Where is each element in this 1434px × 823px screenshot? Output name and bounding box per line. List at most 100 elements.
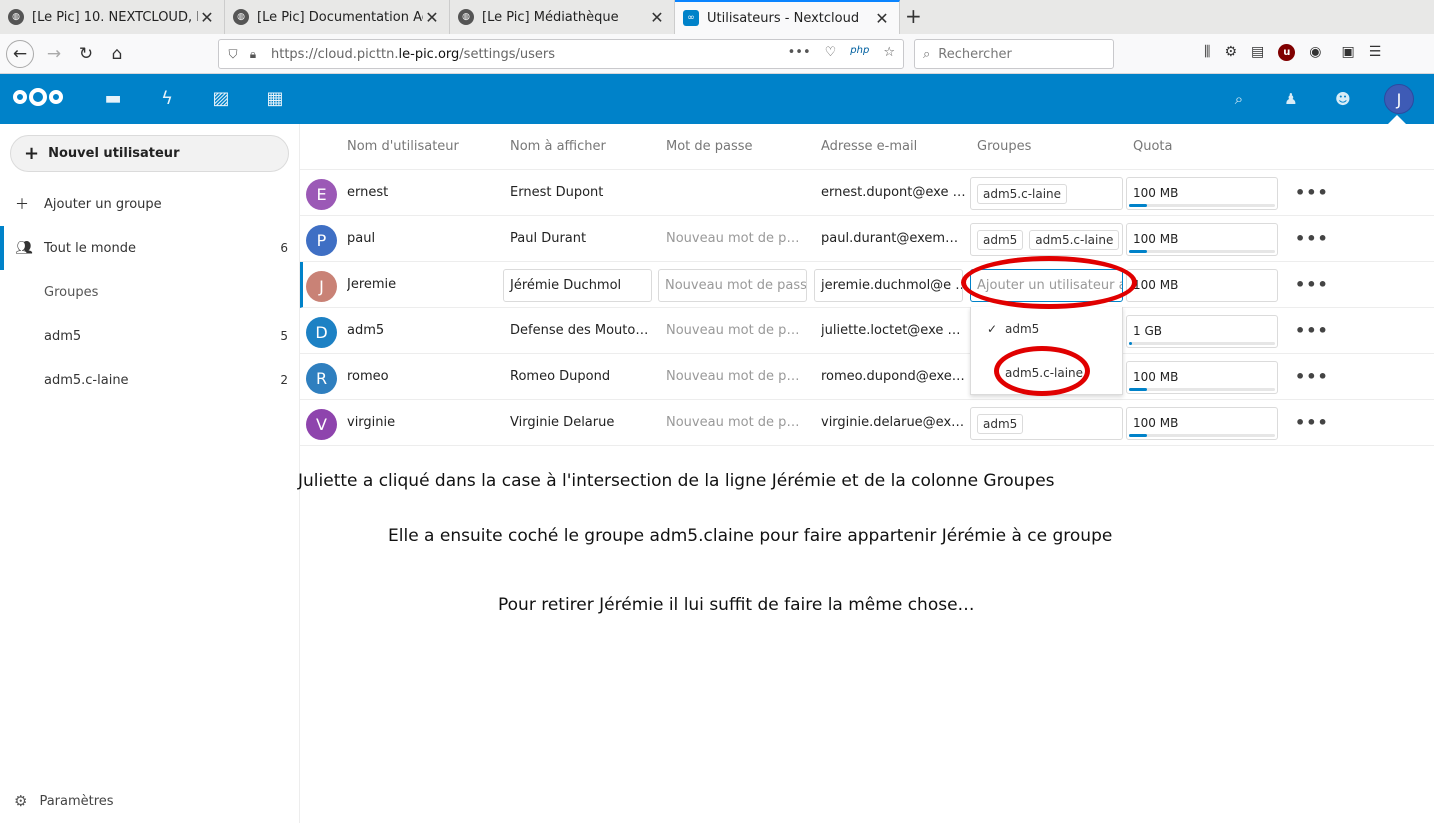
sidebar-item-label: Tout le monde (44, 240, 137, 256)
close-tab-icon[interactable]: ✕ (198, 8, 216, 27)
username: Jeremie (347, 277, 397, 292)
gallery-image-icon[interactable]: ▨ (211, 88, 231, 109)
display-name[interactable]: Ernest Dupont (510, 185, 650, 200)
browser-tab[interactable]: ◍ [Le Pic] 10. NEXTCLOUD, la ✕ (0, 0, 225, 34)
column-header-quota[interactable]: Quota (1133, 139, 1173, 154)
quota-select[interactable]: 100 MB (1126, 177, 1278, 210)
quota-select[interactable]: 1 GB (1126, 315, 1278, 348)
new-tab-button[interactable]: + (905, 4, 922, 28)
browser-search-input[interactable]: ⌕ Rechercher (914, 39, 1114, 69)
display-name[interactable]: Defense des Mouton… (510, 323, 650, 338)
column-header-groups[interactable]: Groupes (977, 139, 1031, 154)
groups-select[interactable]: adm5.c-laine (970, 177, 1123, 210)
more-actions-icon[interactable]: ••• (1295, 183, 1329, 202)
tab-title: Utilisateurs - Nextcloud (707, 10, 860, 26)
url-bar[interactable]: ⛉ 🔒︎ https://cloud.picttn.le-pic.org/set… (218, 39, 904, 69)
more-actions-icon[interactable]: ••• (1295, 367, 1329, 386)
activity-bolt-icon[interactable]: ϟ (157, 88, 177, 109)
notifications-bell-icon[interactable]: ♟ (1280, 88, 1302, 110)
account-icon[interactable]: ◉ (1309, 44, 1321, 61)
table-row-editing: J Jeremie Jérémie Duchmol Nouveau mot de… (300, 262, 1434, 308)
password-field[interactable]: Nouveau mot de passe (666, 415, 806, 430)
email[interactable]: paul.durant@exemp … (821, 231, 966, 246)
password-input[interactable]: Nouveau mot de passe (658, 269, 807, 302)
column-header-display-name[interactable]: Nom à afficher (510, 139, 606, 154)
browser-tab[interactable]: ◍ [Le Pic] Documentation Adr ✕ (225, 0, 450, 34)
browser-tab-active[interactable]: ∞ Utilisateurs - Nextcloud ✕ (675, 0, 900, 34)
new-user-button[interactable]: + Nouvel utilisateur (10, 135, 289, 172)
extensions-icon[interactable]: ▣ (1341, 44, 1354, 61)
close-tab-icon[interactable]: ✕ (423, 8, 441, 27)
more-actions-icon[interactable]: ••• (1295, 275, 1329, 294)
bookmark-star-icon[interactable]: ☆ (883, 45, 895, 60)
search-icon[interactable]: ⌕ (1228, 88, 1250, 110)
column-header-email[interactable]: Adresse e-mail (821, 139, 917, 154)
sidebar-icon[interactable]: ▤ (1251, 44, 1264, 61)
add-group-item[interactable]: ＋ Ajouter un groupe (0, 182, 299, 226)
groups-multiselect-input[interactable]: Ajouter un utilisateur au (970, 269, 1123, 302)
password-field[interactable]: Nouveau mot de passe (666, 369, 806, 384)
more-actions-icon[interactable]: ••• (1295, 321, 1329, 340)
display-name[interactable]: Virginie Delarue (510, 415, 650, 430)
dropdown-option-adm5-c-laine[interactable]: adm5.c-laine (971, 351, 1122, 395)
browser-tools: ⫼ ⚙ ▤ u ◉ ▣ ☰ (1204, 44, 1381, 61)
dropdown-option-adm5[interactable]: ✓ adm5 (971, 307, 1122, 351)
user-avatar[interactable]: J (1384, 84, 1414, 114)
display-name[interactable]: Romeo Dupond (510, 369, 650, 384)
quota-usage-bar (1129, 434, 1275, 437)
groups-select[interactable]: adm5 (970, 407, 1123, 440)
browser-tab[interactable]: ◍ [Le Pic] Médiathèque ✕ (450, 0, 675, 34)
quota-value: 100 MB (1133, 186, 1179, 200)
close-tab-icon[interactable]: ✕ (873, 9, 891, 28)
password-field[interactable]: Nouveau mot de passe (666, 323, 806, 338)
email[interactable]: romeo.dupond@exe … (821, 369, 966, 384)
plus-icon: ＋ (15, 197, 29, 213)
home-button[interactable]: ⌂ (103, 40, 131, 68)
username: virginie (347, 415, 396, 430)
email[interactable]: ernest.dupont@exe … (821, 185, 966, 200)
extension-gear-icon[interactable]: ⚙ (1224, 44, 1237, 61)
sidebar-item-adm5[interactable]: adm5 5 (0, 314, 299, 358)
avatar: D (306, 317, 337, 348)
calendar-icon[interactable]: ▦ (265, 88, 285, 109)
column-header-username[interactable]: Nom d'utilisateur (347, 139, 459, 154)
group-tag: adm5 (977, 413, 1024, 434)
groups-caption: Groupes (0, 270, 299, 314)
search-placeholder: Rechercher (938, 46, 1012, 62)
forward-button[interactable]: → (40, 40, 68, 68)
contacts-icon[interactable]: ☻ (1332, 88, 1354, 110)
library-icon[interactable]: ⫼ (1204, 44, 1210, 61)
settings-item[interactable]: ⚙ Paramètres (14, 792, 114, 810)
username: romeo (347, 369, 389, 384)
avatar: E (306, 179, 337, 210)
lock-icon: 🔒︎ (249, 46, 257, 61)
email[interactable]: virginie.delarue@ex … (821, 415, 966, 430)
groups-caption-label: Groupes (44, 284, 99, 300)
display-name-input[interactable]: Jérémie Duchmol (503, 269, 652, 302)
sidebar-item-adm5-c-laine[interactable]: adm5.c-laine 2 (0, 358, 299, 402)
quota-select[interactable]: 100 MB (1126, 223, 1278, 256)
quota-select[interactable]: 100 MB (1126, 361, 1278, 394)
column-header-password[interactable]: Mot de passe (666, 139, 753, 154)
email-input[interactable]: jeremie.duchmol@e … (814, 269, 963, 302)
more-actions-icon[interactable]: ••• (1295, 413, 1329, 432)
files-folder-icon[interactable]: ▬ (103, 88, 123, 109)
groups-select[interactable]: adm5 adm5.c-laine (970, 223, 1123, 256)
quota-select[interactable]: 100 MB (1126, 407, 1278, 440)
close-tab-icon[interactable]: ✕ (648, 8, 666, 27)
page-actions-icon[interactable]: ••• (788, 45, 811, 60)
nextcloud-favicon-icon: ∞ (683, 10, 699, 26)
password-field[interactable]: Nouveau mot de passe (666, 231, 806, 246)
email[interactable]: juliette.loctet@exe … (821, 323, 966, 338)
quota-select[interactable]: 100 MB (1126, 269, 1278, 302)
pocket-icon[interactable]: ♡ (825, 45, 837, 60)
php-icon[interactable]: php (850, 45, 869, 60)
ublock-icon[interactable]: u (1278, 44, 1296, 61)
reload-button[interactable]: ↻ (72, 40, 100, 68)
menu-icon[interactable]: ☰ (1369, 44, 1382, 61)
display-name[interactable]: Paul Durant (510, 231, 650, 246)
more-actions-icon[interactable]: ••• (1295, 229, 1329, 248)
sidebar-item-everyone[interactable]: 👥︎ Tout le monde 6 (0, 226, 299, 270)
nextcloud-logo-icon[interactable] (13, 88, 63, 106)
back-button[interactable]: ← (6, 40, 34, 68)
